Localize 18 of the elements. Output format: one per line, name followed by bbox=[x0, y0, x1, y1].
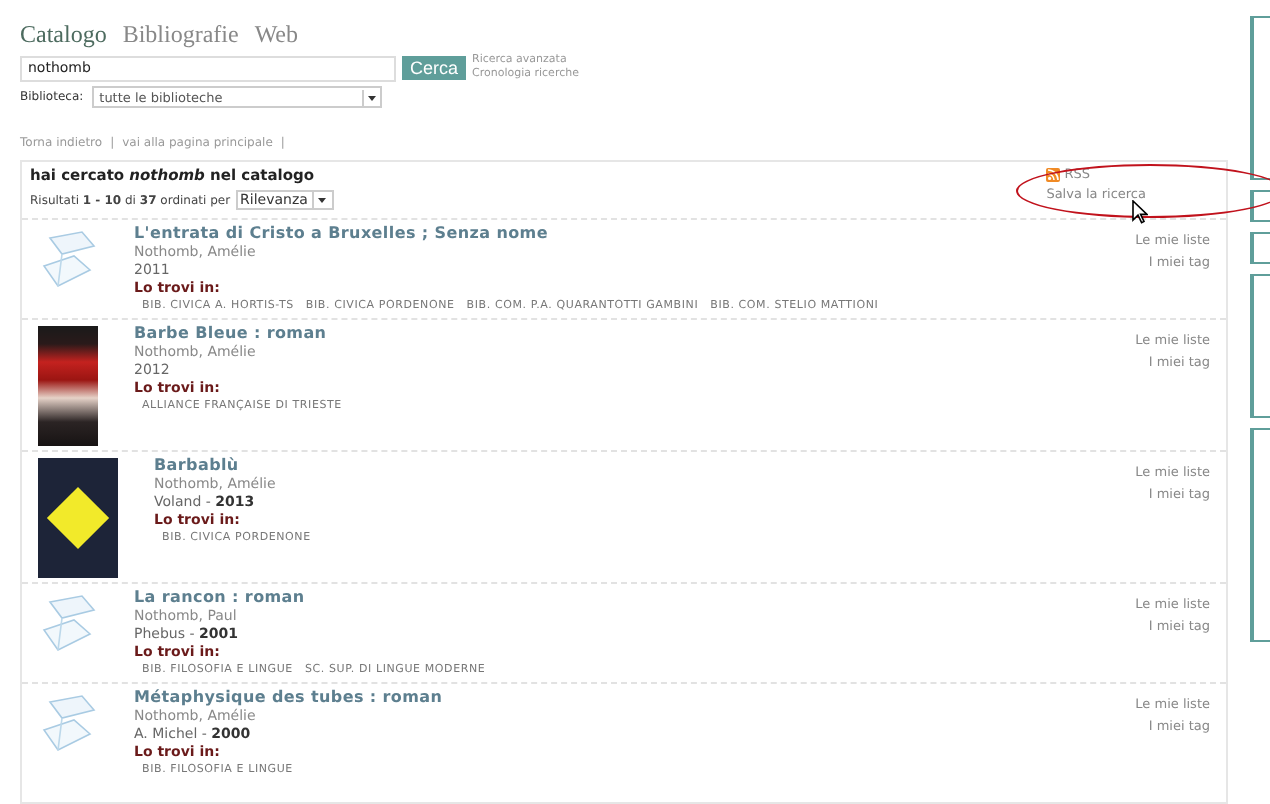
record-title-link[interactable]: Métaphysique des tubes : roman bbox=[134, 690, 1074, 706]
caret-icon bbox=[311, 192, 330, 208]
sidebar-panel bbox=[1250, 190, 1270, 222]
search-button[interactable]: Cerca bbox=[402, 56, 467, 80]
record-title-link[interactable]: Barbe Bleue : roman bbox=[134, 326, 1074, 342]
sidebar-panel bbox=[1250, 232, 1270, 264]
rss-icon[interactable] bbox=[1046, 167, 1061, 181]
record-title-link[interactable]: La rancon : roman bbox=[134, 590, 1074, 606]
catalog-tab[interactable]: Web bbox=[254, 20, 299, 50]
record-title-link[interactable]: L'entrata di Cristo a Bruxelles ; Senza nome bbox=[134, 226, 1074, 242]
catalog-tab[interactable]: Bibliografie bbox=[122, 20, 239, 50]
sidebar-panel bbox=[1250, 274, 1270, 418]
mouse-cursor-icon bbox=[1132, 200, 1148, 224]
record-title-link[interactable]: Barbablù bbox=[154, 458, 1074, 474]
book-cover-photo bbox=[38, 326, 98, 446]
catalog-tab[interactable]: Catalogo bbox=[20, 20, 107, 50]
book-cover-photo bbox=[38, 458, 118, 578]
caret-icon bbox=[361, 89, 380, 105]
